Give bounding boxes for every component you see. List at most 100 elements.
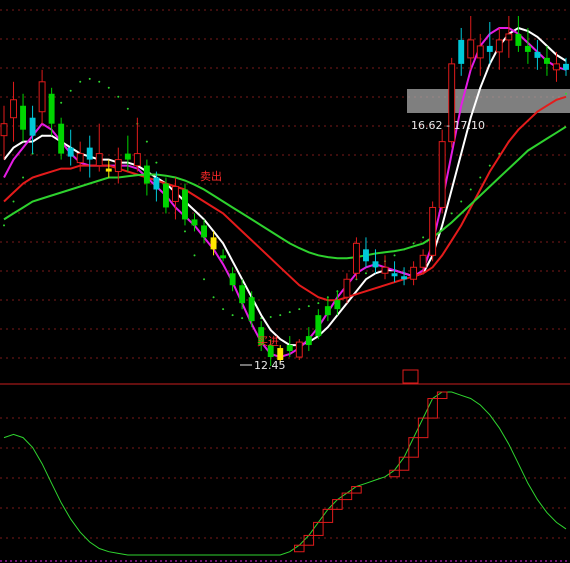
candle-body [239, 285, 246, 304]
sell-signal-label: 卖出 [200, 169, 222, 183]
candle-body [515, 33, 522, 46]
sar-dot [231, 314, 234, 317]
oscillator-step-box [351, 486, 362, 494]
candle-body [343, 278, 351, 298]
sar-dot [3, 224, 5, 227]
sar-dot [212, 296, 215, 299]
candle-body [363, 249, 369, 262]
oscillator-step-box [436, 391, 448, 400]
candle-body [58, 123, 65, 154]
oscillator-step-box [322, 508, 334, 523]
sar-dot [393, 254, 396, 257]
candle-body [162, 183, 169, 208]
sar-dot [298, 308, 301, 311]
sar-dot [107, 86, 110, 89]
candle-body [133, 153, 141, 167]
candle-body [286, 345, 293, 352]
oscillator-step-box [427, 398, 438, 419]
candle-body [352, 242, 360, 274]
sar-dot [488, 164, 491, 167]
sar-dot [422, 236, 425, 239]
oscillator-step-box [341, 492, 353, 501]
candle-body [305, 336, 312, 346]
candle-body [334, 300, 341, 310]
candle-body [95, 153, 103, 167]
candle-body [105, 168, 112, 172]
oscillator-step-box [303, 534, 315, 546]
candle-body [534, 51, 541, 58]
band-price-label: 16.62 - 17.10 [411, 119, 485, 132]
oscillator-line [3, 391, 567, 556]
sar-dot [183, 230, 186, 233]
candle-body [114, 159, 122, 173]
sar-dot [460, 200, 463, 203]
candle-body [476, 45, 484, 59]
sar-dot [126, 107, 129, 110]
stock-chart: 16.62 - 17.10 12.45 买进 卖出 [0, 9, 570, 562]
candle-body [410, 266, 418, 280]
parabolic-dots [3, 77, 567, 320]
candle-body [391, 273, 398, 277]
candle-body [401, 276, 408, 280]
oscillator-step-box [417, 417, 429, 439]
candle-body [172, 186, 179, 202]
candle-body [0, 123, 8, 137]
candle-body [467, 39, 475, 59]
candle-body [143, 165, 150, 184]
sar-dot [69, 89, 72, 92]
moving-average-lines [3, 26, 567, 359]
candle-body [315, 315, 322, 337]
price-band [407, 89, 570, 113]
low-price-label: 12.45 [254, 359, 286, 372]
candle-body [76, 153, 84, 164]
candle-body [229, 273, 236, 286]
candle-body [495, 39, 503, 53]
candle-body [543, 57, 550, 64]
candle-body [486, 45, 493, 52]
candle-body [10, 99, 17, 119]
candle-body [67, 147, 74, 157]
sar-dot [364, 272, 367, 275]
sar-dot [565, 92, 567, 95]
oscillator-panel-grid [0, 417, 570, 562]
oscillator-step-box [398, 456, 410, 471]
candle-body [429, 206, 437, 256]
oscillator-step-box [313, 521, 324, 536]
candle-body [372, 261, 379, 268]
sar-dot [60, 101, 63, 104]
candle-body [86, 147, 93, 160]
sar-dot [317, 302, 320, 305]
sar-dot [307, 305, 310, 308]
candle-body [191, 219, 198, 226]
sar-dot [412, 242, 415, 245]
sar-dot [22, 176, 25, 179]
oscillator-step-box [389, 469, 400, 478]
candle-body [220, 255, 227, 259]
candle-body [419, 254, 427, 268]
sar-dot [12, 200, 15, 203]
sar-dot [193, 254, 196, 257]
ma-magenta-line [3, 27, 567, 359]
sar-dot [155, 161, 158, 164]
candle-body [324, 306, 331, 316]
oscillator-step-box [408, 437, 419, 458]
sar-dot [203, 278, 206, 281]
sar-dot [117, 95, 120, 98]
sar-dot [450, 212, 453, 215]
ma-green-line [3, 125, 567, 260]
candle-body [295, 341, 303, 358]
oscillator-step-box [294, 544, 305, 553]
candle-body [210, 237, 217, 250]
sar-dot [222, 308, 225, 311]
buy-signal-label: 买进 [257, 335, 279, 348]
candle-body [182, 189, 188, 220]
candle-body [458, 39, 465, 64]
sar-dot [98, 80, 101, 83]
candle-body [153, 177, 160, 190]
sar-dot [88, 77, 91, 80]
sar-dot [288, 311, 291, 314]
sar-dot [469, 188, 472, 191]
candle-body [505, 33, 513, 41]
sar-dot [241, 317, 244, 320]
sar-dot [269, 315, 272, 318]
